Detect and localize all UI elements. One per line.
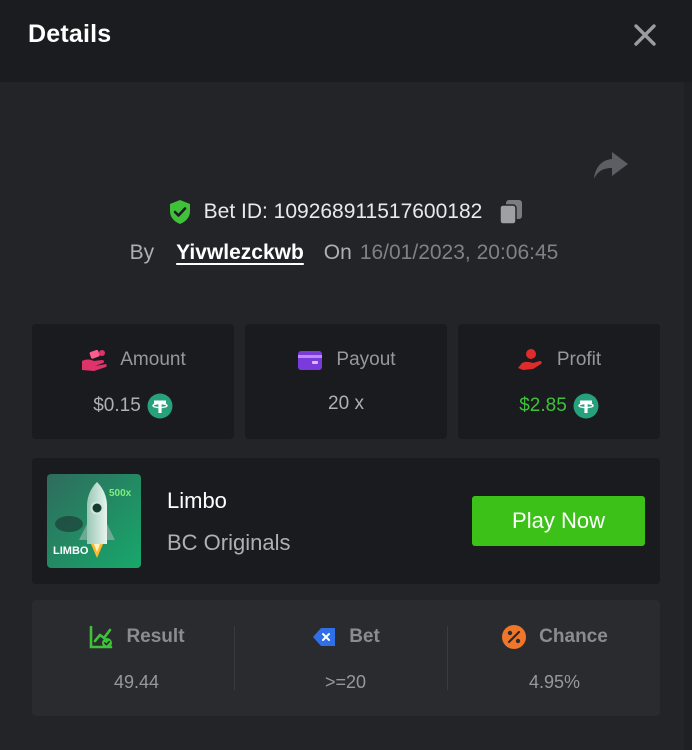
chance-label: Chance (539, 626, 608, 647)
amount-label: Amount (120, 349, 186, 370)
thumb-logo-text: LIMBO (53, 545, 89, 557)
scrollbar[interactable] (684, 82, 692, 750)
amount-value: $0.15 (93, 395, 141, 416)
result-card: Result 49.44 Bet >=20 Chance 4.95% (32, 600, 660, 716)
bet-label: Bet (349, 626, 380, 647)
result-column: Result 49.44 (32, 600, 241, 716)
payout-value: 20 x (328, 393, 364, 414)
usdt-icon (147, 393, 173, 419)
payout-label: Payout (336, 349, 396, 370)
bet-column: Bet >=20 (241, 600, 450, 716)
shield-check-icon (168, 199, 192, 225)
chance-column: Chance 4.95% (450, 600, 659, 716)
modal-title: Details (28, 20, 112, 48)
bet-id-row: Bet ID: 109268911517600182 (0, 196, 692, 228)
percent-icon (502, 625, 527, 649)
amount-card: Amount $0.15 (32, 324, 234, 439)
wallet-icon (298, 351, 323, 370)
profit-card: Profit $2.85 (458, 324, 660, 439)
copy-icon[interactable] (498, 198, 524, 226)
result-value: 49.44 (113, 672, 160, 692)
result-chart-icon (90, 625, 113, 649)
column-divider (447, 626, 448, 690)
bet-tag-icon (313, 628, 336, 646)
on-label: On (323, 241, 352, 264)
payout-card: Payout 20 x (245, 324, 447, 439)
amount-icon (82, 349, 107, 371)
share-icon[interactable] (590, 148, 630, 182)
game-name[interactable]: Limbo (167, 488, 227, 514)
modal-header: Details (0, 0, 692, 82)
profit-label: Profit (556, 349, 602, 370)
bet-value: >=20 (324, 672, 367, 692)
play-now-button[interactable]: Play Now (472, 496, 645, 546)
result-label: Result (126, 626, 185, 647)
game-thumbnail[interactable]: 500x LIMBO (47, 474, 141, 568)
bet-meta-row: By Yivwlezckwb On 16/01/2023, 20:06:45 (0, 238, 692, 268)
close-icon[interactable] (628, 18, 662, 52)
bet-datetime: 16/01/2023, 20:06:45 (359, 241, 559, 264)
game-card: 500x LIMBO Limbo BC Originals Play Now (32, 458, 660, 584)
profit-icon (517, 349, 542, 370)
column-divider (234, 626, 235, 690)
thumb-badge-text: 500x (109, 488, 132, 499)
by-label: By (129, 241, 155, 264)
profit-value: $2.85 (519, 395, 567, 416)
username-link[interactable]: Yivwlezckwb (176, 241, 304, 265)
usdt-icon (573, 393, 599, 419)
chance-value: 4.95% (528, 672, 581, 692)
game-provider: BC Originals (167, 530, 291, 555)
bet-id-text: Bet ID: 109268911517600182 (203, 200, 483, 223)
